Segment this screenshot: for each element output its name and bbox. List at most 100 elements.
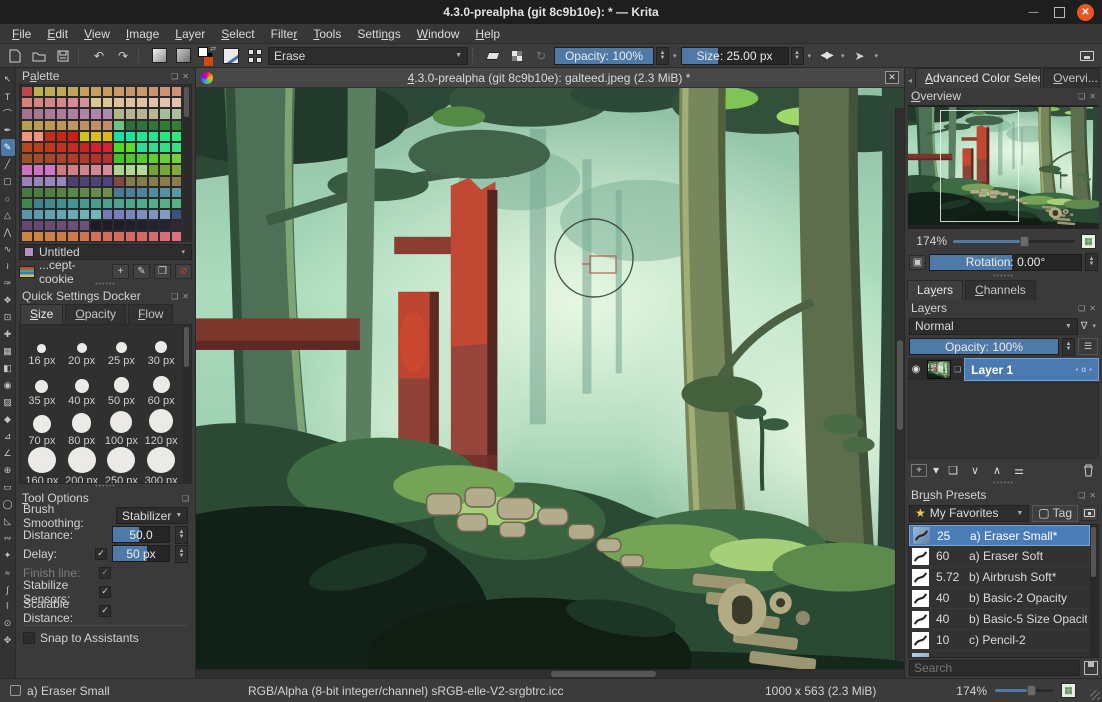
palette-swatch[interactable] bbox=[124, 119, 136, 131]
palette-swatch[interactable] bbox=[55, 130, 67, 142]
gradient-chooser-button[interactable] bbox=[148, 46, 170, 66]
close-docker-icon[interactable]: ✕ bbox=[182, 72, 189, 81]
palette-swatch[interactable] bbox=[32, 141, 44, 154]
magnetic-select-tool[interactable]: ⌇ bbox=[1, 598, 15, 615]
color-sampler-tool[interactable]: ◉ bbox=[1, 377, 15, 394]
palette-swatch[interactable] bbox=[32, 108, 44, 120]
rectangular-select-tool[interactable]: ▭ bbox=[1, 479, 15, 496]
close-docker-icon[interactable]: ✕ bbox=[1089, 304, 1096, 313]
close-docker-icon[interactable]: ✕ bbox=[1089, 491, 1096, 500]
palette-swatch[interactable] bbox=[90, 108, 102, 120]
palette-swatch[interactable] bbox=[124, 231, 136, 241]
size-slider[interactable]: Size: 25.00 px bbox=[680, 46, 789, 65]
menu-settings[interactable]: Settings bbox=[349, 25, 408, 43]
dynamic-brush-tool[interactable]: ✑ bbox=[1, 275, 15, 292]
palette-swatch[interactable] bbox=[147, 108, 159, 120]
palette-swatch[interactable] bbox=[124, 220, 136, 232]
palette-swatch[interactable] bbox=[67, 175, 79, 187]
palette-swatch[interactable] bbox=[67, 186, 79, 198]
palette-swatch[interactable] bbox=[44, 119, 56, 131]
palette-swatch[interactable] bbox=[124, 108, 136, 120]
palette-swatch[interactable] bbox=[136, 164, 148, 176]
palette-swatch[interactable] bbox=[78, 197, 90, 210]
bezier-select-tool[interactable]: ∫ bbox=[1, 581, 15, 598]
palette-swatch[interactable] bbox=[136, 175, 148, 187]
palette-swatch[interactable] bbox=[21, 197, 33, 210]
palette-swatch[interactable] bbox=[147, 186, 159, 198]
palette-swatch[interactable] bbox=[32, 209, 44, 221]
add-layer-button[interactable]: + bbox=[911, 463, 927, 477]
polygon-tool[interactable]: △ bbox=[1, 207, 15, 224]
palette-swatch[interactable] bbox=[55, 175, 67, 187]
brush-size-preset[interactable]: 60 px bbox=[141, 367, 181, 407]
palette-swatch[interactable] bbox=[159, 209, 171, 221]
palette-swatch[interactable] bbox=[159, 97, 171, 109]
preset-display-mode-button[interactable] bbox=[1081, 505, 1098, 521]
palette-swatch[interactable] bbox=[147, 175, 159, 187]
palette-swatch[interactable] bbox=[170, 197, 182, 210]
overview-thumbnail[interactable] bbox=[908, 105, 1099, 229]
delete-layer-button[interactable] bbox=[1080, 462, 1096, 478]
duplicate-layer-button[interactable]: ❏ bbox=[945, 462, 961, 478]
menu-file[interactable]: File bbox=[4, 25, 39, 43]
preset-row[interactable]: 10 c) Pencil-2 bbox=[909, 630, 1090, 651]
palette-swatch[interactable] bbox=[32, 175, 44, 187]
canvas-vertical-scrollbar[interactable] bbox=[895, 108, 904, 660]
palette-swatch[interactable] bbox=[21, 231, 33, 241]
save-button[interactable] bbox=[52, 46, 74, 66]
palette-swatch[interactable] bbox=[55, 164, 67, 176]
palette-swatch[interactable] bbox=[170, 231, 182, 241]
brush-size-preset[interactable]: 50 px bbox=[102, 367, 142, 407]
preset-search-input[interactable] bbox=[909, 659, 1080, 676]
palette-swatch[interactable] bbox=[21, 175, 33, 187]
palette-swatch[interactable] bbox=[101, 186, 113, 198]
palette-swatch[interactable] bbox=[78, 130, 90, 142]
maximize-button[interactable] bbox=[1054, 6, 1065, 18]
palette-swatch[interactable] bbox=[136, 231, 148, 241]
inherit-alpha-icon[interactable]: ❏ bbox=[954, 365, 961, 374]
palette-swatch[interactable] bbox=[90, 164, 102, 176]
edit-palette-button[interactable]: ✎ bbox=[133, 264, 150, 279]
menu-layer[interactable]: Layer bbox=[167, 25, 213, 43]
tag-button[interactable]: ▢ Tag bbox=[1032, 504, 1078, 522]
tab-flow[interactable]: Flow bbox=[128, 304, 174, 324]
palette-swatch[interactable] bbox=[78, 164, 90, 176]
palette-swatch[interactable] bbox=[170, 130, 182, 142]
palette-swatch[interactable] bbox=[44, 86, 56, 98]
palette-swatch[interactable] bbox=[170, 141, 182, 154]
float-docker-icon[interactable]: ❏ bbox=[1078, 304, 1085, 313]
float-docker-icon[interactable]: ❏ bbox=[1078, 92, 1085, 101]
palette-swatch[interactable] bbox=[44, 108, 56, 120]
preserve-alpha-button[interactable] bbox=[506, 46, 528, 66]
freehand-select-tool[interactable]: ∾ bbox=[1, 530, 15, 547]
zoom-tool[interactable]: ⊙ bbox=[1, 615, 15, 632]
palette-swatch[interactable] bbox=[78, 186, 90, 198]
palette-swatch[interactable] bbox=[113, 164, 125, 176]
palette-swatch[interactable] bbox=[113, 86, 125, 98]
reference-images-tool[interactable]: ⊕ bbox=[1, 462, 15, 479]
palette-swatch[interactable] bbox=[67, 153, 79, 165]
preset-row[interactable]: 60 a) Eraser Soft bbox=[909, 546, 1090, 567]
palette-swatch[interactable] bbox=[101, 108, 113, 120]
open-document-button[interactable] bbox=[28, 46, 50, 66]
palette-swatch[interactable] bbox=[78, 231, 90, 241]
palette-swatch[interactable] bbox=[90, 141, 102, 154]
palette-swatch[interactable] bbox=[55, 108, 67, 120]
layer-properties-button[interactable]: ⚌ bbox=[1011, 462, 1027, 478]
wrap-around-mode-button[interactable]: ➤ bbox=[849, 46, 871, 66]
palette-swatch[interactable] bbox=[21, 164, 33, 176]
layer-opacity-slider[interactable]: Opacity: 100% bbox=[909, 338, 1059, 355]
menu-view[interactable]: View bbox=[76, 25, 118, 43]
chevron-down-icon[interactable]: ▾ bbox=[671, 52, 679, 60]
palette-swatch[interactable] bbox=[21, 130, 33, 142]
palette-swatch[interactable] bbox=[78, 141, 90, 154]
preset-row[interactable]: 40 b) Basic-5 Size Opacity bbox=[909, 609, 1090, 630]
palette-swatch[interactable] bbox=[32, 119, 44, 131]
edit-brush-settings-button[interactable] bbox=[220, 46, 242, 66]
blend-mode-combo[interactable]: Normal ▼ bbox=[909, 317, 1078, 335]
palette-swatch[interactable] bbox=[124, 153, 136, 165]
elliptical-select-tool[interactable]: ◯ bbox=[1, 496, 15, 513]
palette-swatch[interactable] bbox=[124, 141, 136, 154]
contiguous-select-tool[interactable]: ✦ bbox=[1, 547, 15, 564]
redo-button[interactable]: ↷ bbox=[112, 46, 134, 66]
